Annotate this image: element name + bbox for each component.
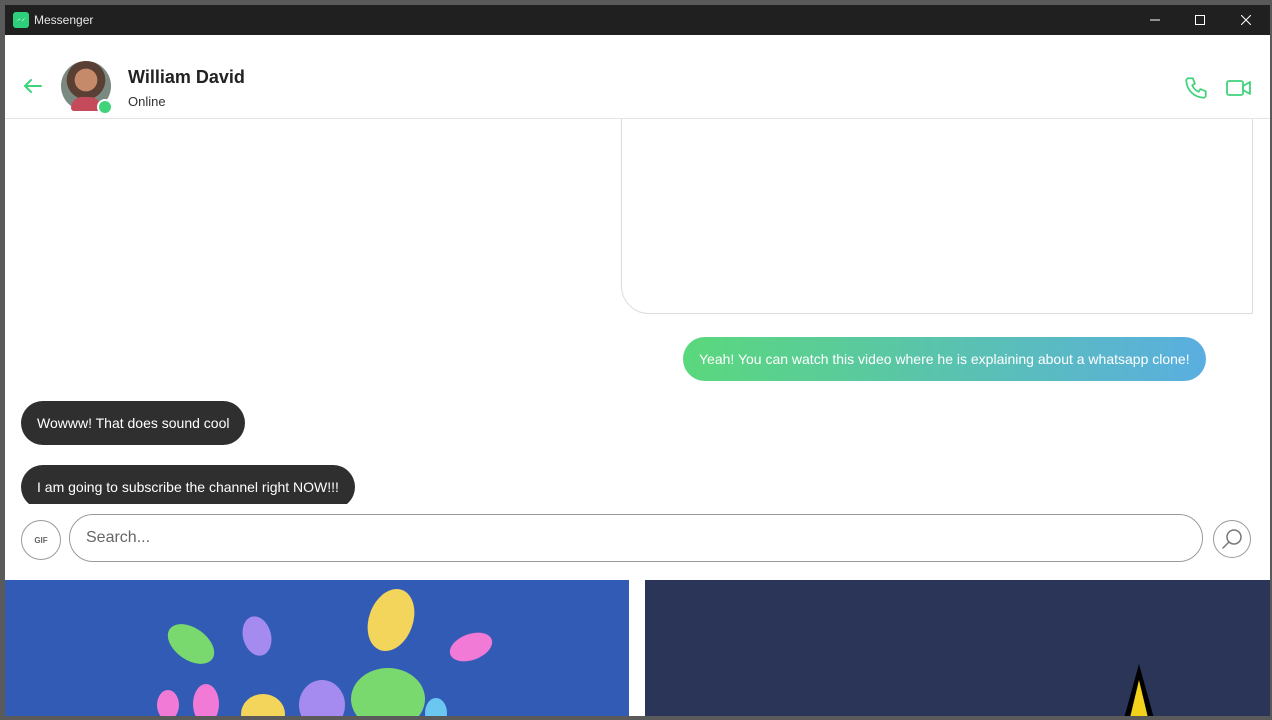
window-title: Messenger bbox=[34, 13, 94, 27]
video-attachment[interactable] bbox=[621, 119, 1253, 314]
gif-result[interactable] bbox=[5, 580, 629, 716]
maximize-icon bbox=[1195, 15, 1205, 25]
search-button[interactable] bbox=[1213, 520, 1251, 558]
gif-button[interactable]: GIF bbox=[21, 520, 61, 560]
title-bar[interactable]: Messenger bbox=[5, 5, 1270, 35]
search-icon bbox=[1222, 529, 1242, 549]
video-call-button[interactable] bbox=[1226, 78, 1252, 103]
minimize-icon bbox=[1150, 19, 1160, 21]
outgoing-message: Yeah! You can watch this video where he … bbox=[683, 337, 1206, 381]
incoming-message: I am going to subscribe the channel righ… bbox=[21, 465, 355, 504]
close-icon bbox=[1241, 15, 1251, 25]
gif-search-input[interactable] bbox=[69, 514, 1203, 562]
close-button[interactable] bbox=[1223, 5, 1269, 35]
contact-name: William David bbox=[128, 67, 245, 87]
contact-status: Online bbox=[128, 94, 166, 109]
gif-result[interactable] bbox=[645, 580, 1270, 716]
messenger-icon bbox=[13, 12, 29, 28]
video-camera-icon bbox=[1226, 80, 1251, 96]
message-list[interactable]: Yeah! You can watch this video where he … bbox=[5, 119, 1270, 504]
chat-header: William David Online bbox=[5, 35, 1270, 119]
phone-icon bbox=[1185, 77, 1207, 99]
voice-call-button[interactable] bbox=[1183, 75, 1209, 106]
minimize-button[interactable] bbox=[1132, 5, 1178, 35]
messenger-window: Messenger William David Online Yeah! You… bbox=[5, 5, 1270, 716]
online-indicator bbox=[97, 99, 113, 115]
back-button[interactable] bbox=[23, 78, 43, 99]
maximize-button[interactable] bbox=[1177, 5, 1223, 35]
arrow-left-icon bbox=[24, 79, 42, 93]
incoming-message: Wowww! That does sound cool bbox=[21, 401, 246, 445]
